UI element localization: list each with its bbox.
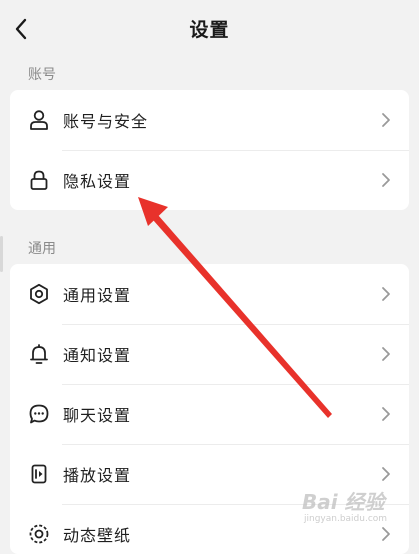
settings-item-privacy[interactable]: 隐私设置 [10,150,409,210]
settings-item-label: 聊天设置 [63,406,132,425]
settings-item-label: 通用设置 [63,286,132,305]
chat-bubble-icon [27,402,51,426]
settings-item-account-security[interactable]: 账号与安全 [10,90,409,150]
chevron-right-icon [382,407,390,421]
header-bar: 设置 [0,0,419,58]
baidu-jingyan-watermark: Bai 经验 jingyan.baidu.com [300,482,410,528]
chevron-right-icon [382,467,390,481]
settings-item-chat[interactable]: 聊天设置 [10,384,409,444]
settings-item-notifications[interactable]: 通知设置 [10,324,409,384]
gear-icon [27,282,51,306]
live-wallpaper-icon [27,522,51,546]
section-label-account: 账号 [28,67,56,83]
section-label-general: 通用 [28,241,56,257]
chevron-right-icon [382,527,390,541]
lock-icon [27,168,51,192]
watermark-brand: Bai 经验 [302,490,385,514]
bell-icon [27,342,51,366]
person-icon [27,108,51,132]
chevron-right-icon [382,173,390,187]
settings-item-label: 播放设置 [63,466,132,485]
scroll-indicator [0,236,3,272]
playback-icon [27,462,51,486]
settings-item-label: 动态壁纸 [63,526,132,545]
chevron-right-icon [382,287,390,301]
account-card: 账号与安全 隐私设置 [10,90,409,210]
chevron-right-icon [382,113,390,127]
settings-item-general[interactable]: 通用设置 [10,264,409,324]
page-title: 设置 [189,19,230,41]
settings-item-label: 通知设置 [63,346,132,365]
settings-item-label: 隐私设置 [63,172,132,191]
watermark-site: jingyan.baidu.com [304,514,388,524]
chevron-right-icon [382,347,390,361]
settings-item-label: 账号与安全 [63,112,149,131]
